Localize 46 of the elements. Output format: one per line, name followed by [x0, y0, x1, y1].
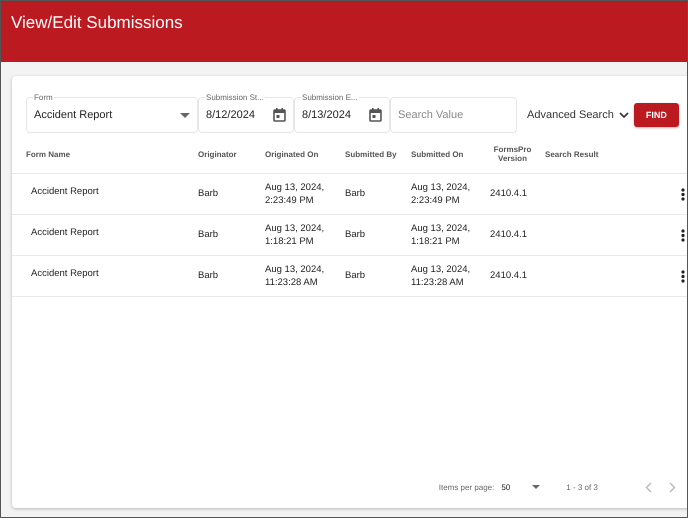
more-icon[interactable] — [680, 270, 685, 282]
search-field[interactable]: Search Value — [390, 97, 517, 133]
items-per-page-label: Items per page: — [438, 482, 494, 492]
column-header[interactable]: Form Name — [26, 150, 198, 158]
table-cell-text: Aug 13, 2024, 1:18:21 PM — [265, 222, 326, 248]
table-cell-text: Aug 13, 2024, 1:18:21 PM — [411, 222, 472, 248]
table-cell-text: Aug 13, 2024, 2:23:49 PM — [265, 180, 326, 208]
field-value: Accident Report — [34, 109, 112, 121]
column-header[interactable]: Originated On — [265, 150, 345, 158]
more-icon[interactable] — [680, 228, 685, 242]
column-header[interactable]: Submitted By — [345, 150, 411, 158]
advanced-search-button[interactable]: Advanced Search — [527, 109, 629, 121]
column-header[interactable]: FormsPro Version — [490, 145, 545, 163]
table-cell-text: Barb — [345, 187, 366, 201]
table-cell-text: 2410.4.1 — [490, 269, 528, 283]
column-header[interactable]: Search Result — [545, 150, 681, 158]
window-title: View/Edit Submissions — [11, 13, 183, 33]
column-header[interactable]: Originator — [198, 150, 265, 158]
column-header[interactable]: Submitted On — [411, 150, 490, 158]
table-cell-text: Aug 13, 2024, 11:23:28 AM — [411, 262, 472, 290]
table-cell-text: Aug 13, 2024, 2:23:49 PM — [411, 180, 472, 208]
table-cell-text: Accident Report — [30, 185, 100, 198]
table-cell-text: 2410.4.1 — [490, 187, 528, 201]
field-label: Submission St... — [205, 93, 265, 102]
table-cell-text: Accident Report — [30, 226, 100, 240]
field-value: 8/13/2024 — [302, 109, 351, 121]
field-value: 8/12/2024 — [206, 109, 255, 121]
calendar-icon[interactable] — [273, 108, 286, 122]
page-range: 1 - 3 of 3 — [566, 482, 598, 492]
field-label: Form — [33, 93, 54, 102]
caret-icon — [532, 485, 540, 489]
table-cell-text: Aug 13, 2024, 11:23:28 AM — [265, 262, 326, 290]
table-cell-text: Accident Report — [30, 267, 100, 280]
table-cell-text: Barb — [345, 228, 366, 242]
caret-icon — [180, 112, 190, 118]
find-button[interactable]: FIND — [634, 103, 679, 127]
table-cell-text: Barb — [345, 269, 366, 283]
table-cell-text: Barb — [198, 228, 220, 242]
table-cell-text: Barb — [198, 269, 220, 283]
more-icon[interactable] — [680, 188, 685, 200]
table-cell-text: Barb — [198, 187, 220, 201]
page-size-select[interactable]: 50 — [501, 482, 540, 492]
field-label: Submission E... — [301, 93, 359, 102]
chevron-down-icon — [618, 112, 629, 118]
calendar-icon[interactable] — [369, 108, 382, 122]
table-cell-text: 2410.4.1 — [490, 228, 528, 242]
